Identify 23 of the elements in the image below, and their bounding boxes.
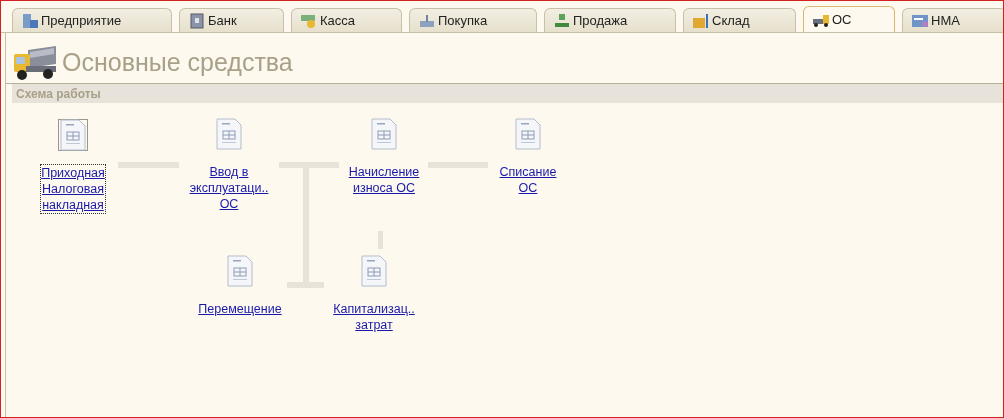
document-link[interactable]: Капитализац.. затрат	[332, 300, 416, 334]
document-icon[interactable]	[58, 119, 88, 151]
document-icon[interactable]	[214, 118, 244, 150]
tab[interactable]: Продажа	[544, 8, 676, 32]
tab[interactable]: Склад	[683, 8, 796, 32]
building-icon	[21, 12, 39, 29]
document-icon[interactable]	[513, 118, 543, 150]
document-icon[interactable]	[225, 255, 255, 287]
tab[interactable]: Предприятие	[12, 8, 172, 32]
document-link[interactable]: Ввод в эксплуатаци.. ОС	[188, 163, 270, 213]
tab[interactable]: Банк	[179, 8, 284, 32]
document-icon[interactable]	[369, 118, 399, 150]
section-header: Схема работы	[12, 84, 1003, 103]
tab[interactable]: Покупка	[409, 8, 537, 32]
page-title: Основные средства	[62, 47, 293, 77]
document-link[interactable]: Приходная Налоговая накладная	[40, 164, 106, 214]
document-icon[interactable]	[359, 255, 389, 287]
tab[interactable]: ОС	[803, 6, 895, 32]
document-link[interactable]: Списание ОС	[498, 163, 558, 197]
tab[interactable]: Касса	[291, 8, 402, 32]
document-link[interactable]: Начисление износа ОС	[347, 163, 421, 197]
tab[interactable]: НМА	[902, 8, 1003, 32]
document-link[interactable]: Перемещение	[197, 300, 283, 318]
